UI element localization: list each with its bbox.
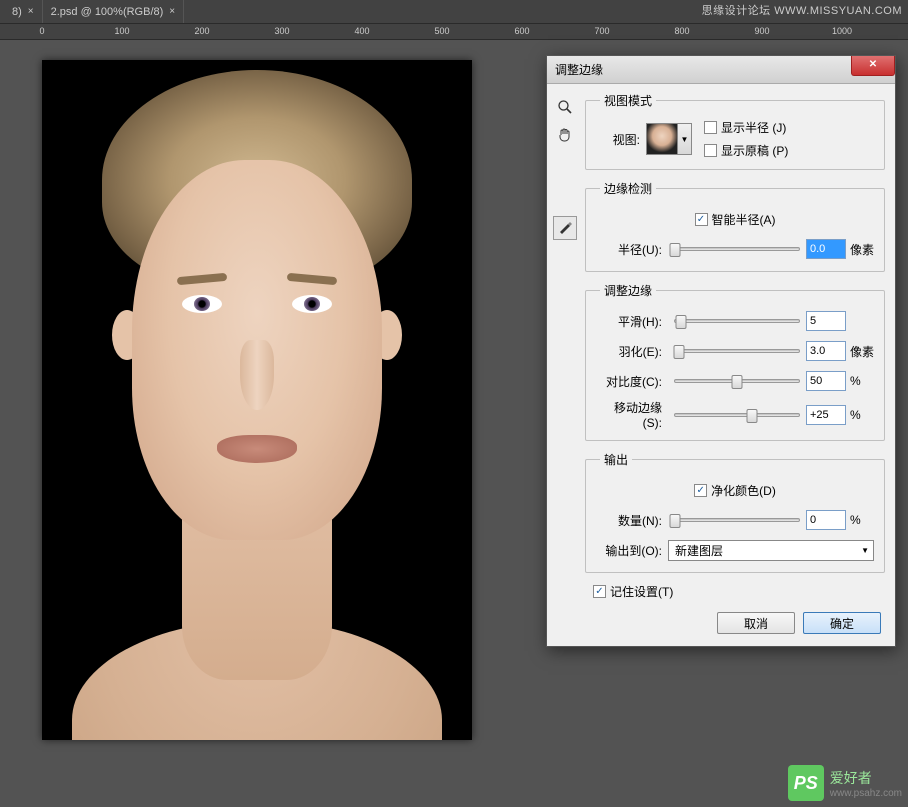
feather-label: 羽化(E): xyxy=(596,343,668,360)
radius-input[interactable] xyxy=(806,239,846,259)
tab-label: 2.psd @ 100%(RGB/8) xyxy=(51,6,164,18)
smart-radius-label: 智能半径(A) xyxy=(712,211,776,228)
refine-edge-dialog: 调整边缘 ✕ 视图模式 xyxy=(546,55,896,647)
close-icon[interactable]: × xyxy=(28,6,34,17)
cancel-button[interactable]: 取消 xyxy=(717,612,795,634)
shift-edge-input[interactable] xyxy=(806,405,846,425)
document-tab[interactable]: 8) × xyxy=(4,0,43,23)
amount-slider[interactable] xyxy=(674,518,800,522)
watermark-url: www.psahz.com xyxy=(830,788,902,799)
unit-label: 像素 xyxy=(846,241,874,258)
shift-edge-label: 移动边缘(S): xyxy=(596,399,668,430)
ruler-tick: 100 xyxy=(114,26,129,36)
unit-label: 像素 xyxy=(846,343,874,360)
output-group: 输出 净化颜色(D) 数量(N): % 输出到(O): 新建图层 xyxy=(585,451,885,573)
ok-button[interactable]: 确定 xyxy=(803,612,881,634)
ruler-tick: 400 xyxy=(354,26,369,36)
ruler-tick: 200 xyxy=(194,26,209,36)
radius-slider[interactable] xyxy=(674,247,800,251)
canvas-image xyxy=(42,60,472,740)
brush-icon xyxy=(557,219,573,238)
group-legend: 调整边缘 xyxy=(600,282,656,299)
amount-input[interactable] xyxy=(806,510,846,530)
unit-label: % xyxy=(846,513,874,527)
ruler-tick: 1000 xyxy=(832,26,852,36)
document-canvas[interactable] xyxy=(42,60,472,740)
tab-label: 8) xyxy=(12,6,22,18)
refine-brush-tool-button[interactable] xyxy=(553,216,577,240)
ruler-tick: 600 xyxy=(514,26,529,36)
smart-radius-checkbox[interactable] xyxy=(695,213,708,226)
magnifier-icon xyxy=(557,99,573,118)
document-tab[interactable]: 2.psd @ 100%(RGB/8) × xyxy=(43,0,185,23)
edge-detection-group: 边缘检测 智能半径(A) 半径(U): 像素 xyxy=(585,180,885,272)
remember-settings-checkbox[interactable] xyxy=(593,585,606,598)
dialog-titlebar[interactable]: 调整边缘 ✕ xyxy=(547,56,895,84)
close-button[interactable]: ✕ xyxy=(851,56,895,76)
shift-edge-slider[interactable] xyxy=(674,413,800,417)
watermark-text: 爱好者 xyxy=(830,768,902,788)
show-original-label: 显示原稿 (P) xyxy=(721,142,788,159)
view-thumbnail[interactable] xyxy=(646,123,678,155)
decontaminate-label: 净化颜色(D) xyxy=(711,482,776,499)
show-radius-label: 显示半径 (J) xyxy=(721,119,786,136)
feather-slider[interactable] xyxy=(674,349,800,353)
view-dropdown-button[interactable]: ▼ xyxy=(678,123,692,155)
remember-settings-label: 记住设置(T) xyxy=(610,583,673,600)
feather-input[interactable] xyxy=(806,341,846,361)
contrast-label: 对比度(C): xyxy=(596,373,668,390)
decontaminate-checkbox[interactable] xyxy=(694,484,707,497)
group-legend: 输出 xyxy=(600,451,632,468)
dialog-tool-column xyxy=(553,92,581,634)
chevron-down-icon: ▼ xyxy=(861,546,869,555)
ps-logo-icon: PS xyxy=(788,765,824,801)
adjust-edge-group: 调整边缘 平滑(H): 羽化(E): 像素 对比度(C): xyxy=(585,282,885,441)
ruler-tick: 700 xyxy=(594,26,609,36)
show-original-checkbox[interactable] xyxy=(704,144,717,157)
smooth-input[interactable] xyxy=(806,311,846,331)
group-legend: 视图模式 xyxy=(600,92,656,109)
ruler-tick: 500 xyxy=(434,26,449,36)
hand-tool-button[interactable] xyxy=(553,124,577,148)
ruler-tick: 0 xyxy=(39,26,44,36)
ruler-tick: 800 xyxy=(674,26,689,36)
ruler-tick: 300 xyxy=(274,26,289,36)
top-watermark: 思缘设计论坛 WWW.MISSYUAN.COM xyxy=(696,0,908,20)
group-legend: 边缘检测 xyxy=(600,180,656,197)
ruler-tick: 900 xyxy=(754,26,769,36)
select-value: 新建图层 xyxy=(675,542,723,559)
close-icon[interactable]: × xyxy=(169,6,175,17)
contrast-slider[interactable] xyxy=(674,379,800,383)
view-mode-group: 视图模式 视图: ▼ 显示半径 (J) 显示原稿 (P) xyxy=(585,92,885,170)
show-radius-checkbox[interactable] xyxy=(704,121,717,134)
output-to-select[interactable]: 新建图层 ▼ xyxy=(668,540,874,561)
radius-label: 半径(U): xyxy=(596,241,668,258)
amount-label: 数量(N): xyxy=(596,512,668,529)
smooth-label: 平滑(H): xyxy=(596,313,668,330)
hand-icon xyxy=(557,127,573,146)
view-label: 视图: xyxy=(596,131,646,148)
contrast-input[interactable] xyxy=(806,371,846,391)
bottom-watermark: PS 爱好者 www.psahz.com xyxy=(788,765,902,801)
unit-label: % xyxy=(846,374,874,388)
horizontal-ruler: 0 100 200 300 400 500 600 700 800 900 10… xyxy=(0,24,908,40)
output-to-label: 输出到(O): xyxy=(596,542,668,559)
unit-label: % xyxy=(846,408,874,422)
dialog-title-text: 调整边缘 xyxy=(555,61,603,78)
zoom-tool-button[interactable] xyxy=(553,96,577,120)
smooth-slider[interactable] xyxy=(674,319,800,323)
